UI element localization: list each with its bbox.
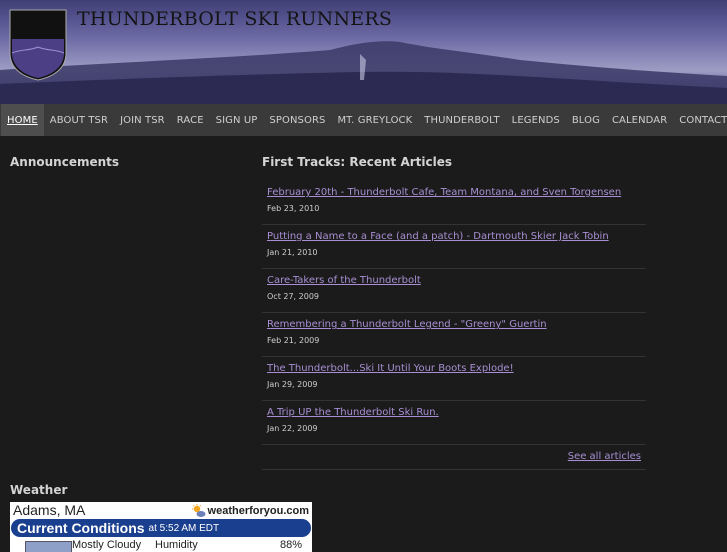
article-link[interactable]: February 20th - Thunderbolt Cafe, Team M… (267, 181, 641, 198)
sun-cloud-icon (191, 504, 206, 517)
nav-home[interactable]: HOME (1, 104, 44, 136)
site-header: THUNDERBOLT SKI RUNNERS (0, 0, 727, 104)
article-date: Jan 29, 2009 (267, 380, 318, 389)
list-item: Care-Takers of the Thunderbolt Oct 27, 2… (262, 269, 646, 313)
article-link[interactable]: Remembering a Thunderbolt Legend - "Gree… (267, 313, 641, 330)
article-link[interactable]: The Thunderbolt...Ski It Until Your Boot… (267, 357, 641, 374)
list-item: Putting a Name to a Face (and a patch) -… (262, 225, 646, 269)
current-conditions-bar: Current Conditions at 5:52 AM EDT (11, 519, 311, 537)
list-item: February 20th - Thunderbolt Cafe, Team M… (262, 181, 646, 225)
nav-join-tsr[interactable]: JOIN TSR (114, 104, 171, 136)
article-date: Jan 22, 2009 (267, 424, 318, 433)
current-conditions-label: Current Conditions (17, 520, 145, 536)
humidity-label: Humidity (155, 539, 198, 551)
nav-sign-up[interactable]: SIGN UP (210, 104, 264, 136)
nav-thunderbolt[interactable]: THUNDERBOLT (418, 104, 505, 136)
nav-about-tsr[interactable]: ABOUT TSR (44, 104, 114, 136)
articles-section: First Tracks: Recent Articles February 2… (262, 155, 646, 470)
article-date: Oct 27, 2009 (267, 292, 319, 301)
article-link[interactable]: Care-Takers of the Thunderbolt (267, 269, 641, 286)
nav-calendar[interactable]: CALENDAR (606, 104, 673, 136)
humidity-value: 88% (279, 539, 302, 551)
article-list: February 20th - Thunderbolt Cafe, Team M… (262, 181, 646, 470)
nav-mt-greylock[interactable]: MT. GREYLOCK (331, 104, 418, 136)
article-date: Feb 21, 2009 (267, 336, 320, 345)
weather-condition: Mostly Cloudy (72, 539, 142, 551)
list-item: A Trip UP the Thunderbolt Ski Run. Jan 2… (262, 401, 646, 445)
see-all-articles-link[interactable]: See all articles (568, 451, 641, 462)
nav-legends[interactable]: LEGENDS (506, 104, 566, 136)
nav-sponsors[interactable]: SPONSORS (263, 104, 331, 136)
see-all-row: See all articles (262, 445, 646, 470)
articles-heading: First Tracks: Recent Articles (262, 155, 453, 169)
weather-location: Adams, MA (13, 502, 86, 518)
article-link[interactable]: Putting a Name to a Face (and a patch) -… (267, 225, 641, 242)
site-title[interactable]: THUNDERBOLT SKI RUNNERS (77, 8, 392, 30)
list-item: The Thunderbolt...Ski It Until Your Boot… (262, 357, 646, 401)
weather-widget-top: Adams, MA weatherforyou.com (10, 502, 312, 519)
nav-race[interactable]: RACE (171, 104, 210, 136)
article-link[interactable]: A Trip UP the Thunderbolt Ski Run. (267, 401, 641, 418)
weather-brand-label: weatherforyou.com (207, 505, 309, 517)
cloudy-icon (25, 541, 72, 552)
nav-blog[interactable]: BLOG (566, 104, 606, 136)
article-date: Jan 21, 2010 (267, 248, 318, 257)
weather-details-row: Mostly Cloudy Humidity 88% (10, 537, 312, 552)
announcements-heading: Announcements (10, 155, 120, 169)
main-nav: HOME ABOUT TSR JOIN TSR RACE SIGN UP SPO… (0, 104, 727, 136)
weather-time: at 5:52 AM EDT (148, 522, 220, 534)
weather-brand[interactable]: weatherforyou.com (191, 504, 309, 518)
article-date: Feb 23, 2010 (267, 204, 320, 213)
list-item: Remembering a Thunderbolt Legend - "Gree… (262, 313, 646, 357)
weather-heading: Weather (10, 483, 68, 497)
announcements-section: Announcements (10, 155, 250, 169)
nav-contact[interactable]: CONTACT (673, 104, 727, 136)
shield-logo[interactable] (9, 9, 67, 81)
